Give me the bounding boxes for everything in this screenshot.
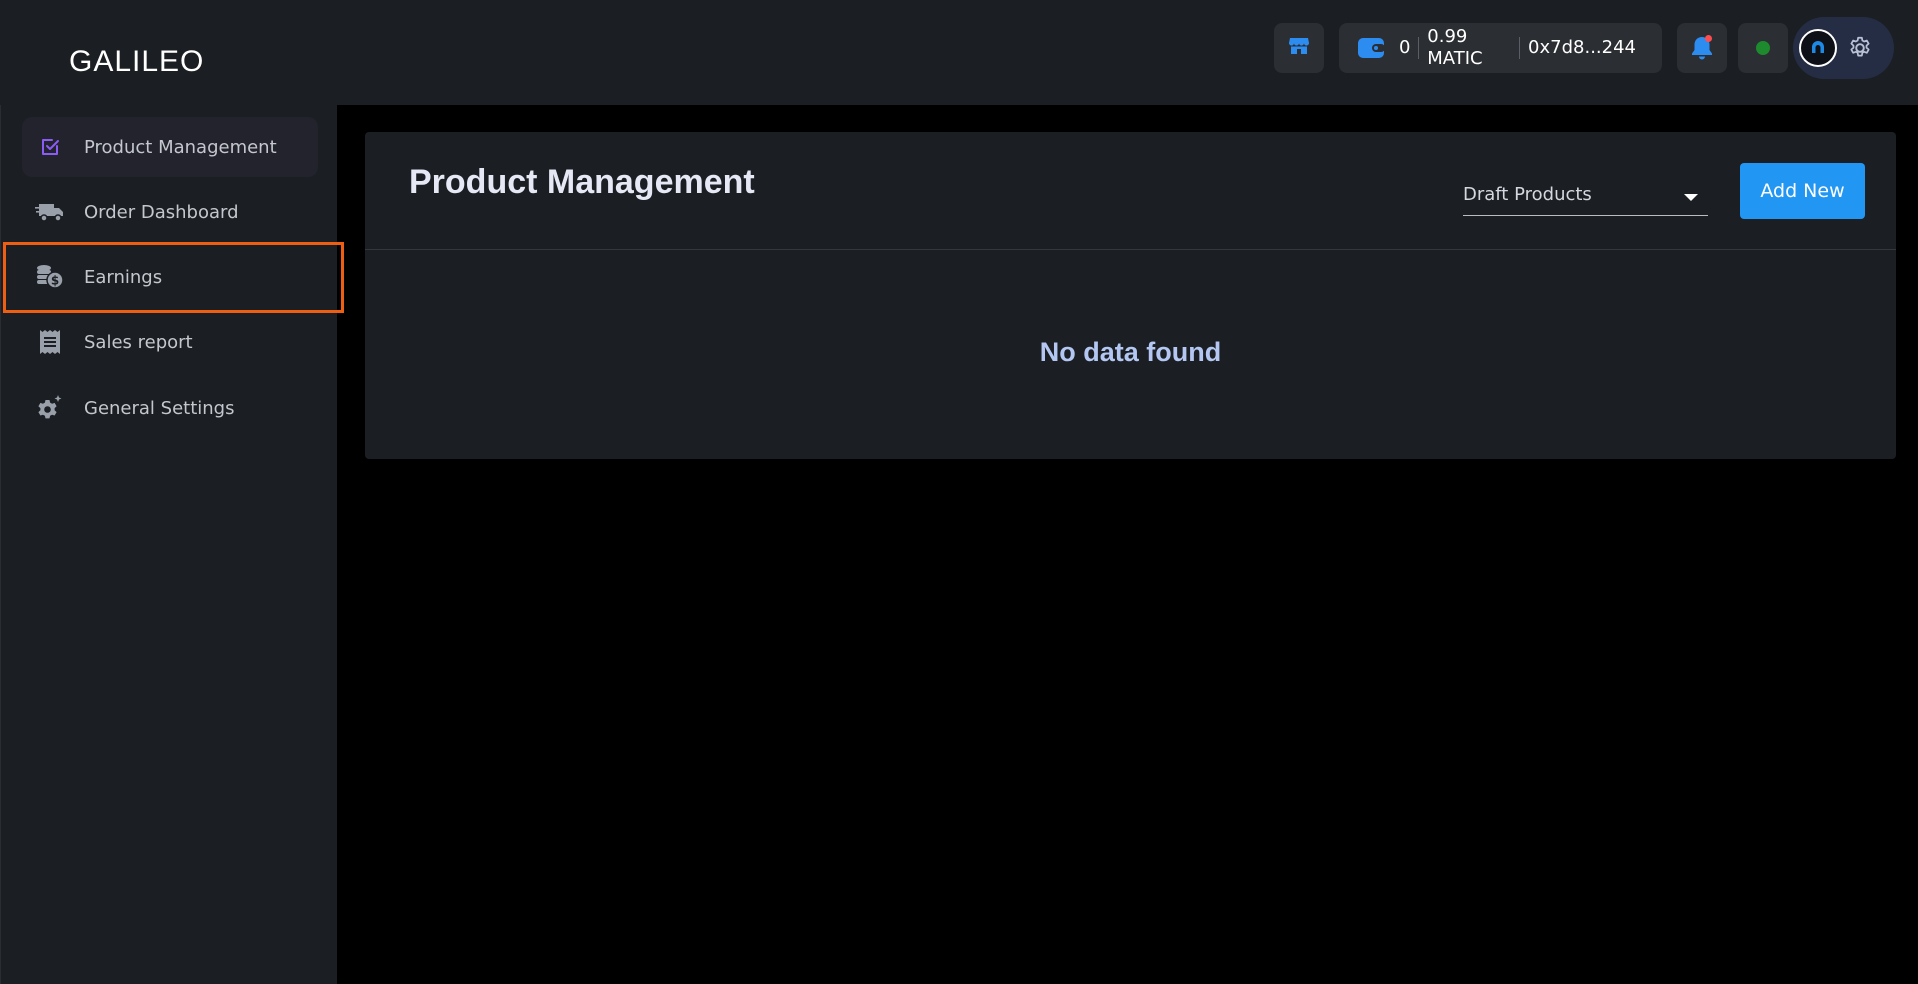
sidebar-item-label: Earnings (84, 266, 163, 288)
app-logo[interactable]: GALILEO (69, 45, 204, 79)
sidebar-item-earnings[interactable]: $ Earnings (22, 247, 318, 307)
panel-divider (365, 249, 1896, 250)
notifications-button[interactable] (1677, 23, 1727, 73)
avatar[interactable] (1799, 29, 1837, 67)
sidebar-item-product-management[interactable]: Product Management (22, 117, 318, 177)
empty-state-message: No data found (1039, 337, 1222, 367)
sidebar-item-label: Order Dashboard (84, 201, 239, 223)
checkbox-icon (34, 131, 66, 163)
wallet-address: 0x7d8...244 (1528, 37, 1636, 58)
gear-icon (34, 392, 66, 424)
sidebar: Product Management Order Dashboard $ Ear… (0, 105, 337, 984)
bell-icon (1689, 34, 1715, 62)
page-title: Product Management (409, 163, 755, 201)
profile-menu[interactable] (1793, 17, 1894, 79)
storefront-button[interactable] (1274, 23, 1324, 73)
network-status-button[interactable] (1738, 23, 1788, 73)
sidebar-item-general-settings[interactable]: General Settings (22, 378, 318, 438)
wallet-icon (1357, 37, 1385, 59)
coins-dollar-icon: $ (34, 261, 66, 293)
sidebar-item-order-dashboard[interactable]: Order Dashboard (22, 182, 318, 242)
receipt-icon (34, 326, 66, 358)
wallet-balance: 0.99 MATIC (1427, 26, 1483, 69)
sidebar-item-label: Product Management (84, 136, 277, 158)
sidebar-item-sales-report[interactable]: Sales report (22, 312, 318, 372)
storefront-icon (1287, 34, 1311, 62)
status-dot-icon (1756, 41, 1770, 55)
product-management-panel: Product Management Draft Products Add Ne… (365, 132, 1896, 459)
top-bar: GALILEO 0 0.99 MATIC 0x7d8...244 (0, 0, 1918, 105)
gear-icon[interactable] (1847, 35, 1873, 61)
chevron-down-icon (1684, 194, 1698, 201)
svg-text:$: $ (51, 274, 59, 288)
add-new-button[interactable]: Add New (1740, 163, 1865, 219)
delivery-truck-icon (34, 196, 66, 228)
wallet-count: 0 (1399, 37, 1411, 58)
wallet-button[interactable]: 0 0.99 MATIC 0x7d8...244 (1339, 23, 1662, 73)
product-filter-select[interactable]: Draft Products (1463, 176, 1708, 216)
avatar-logo-icon (1812, 41, 1824, 53)
sidebar-item-label: General Settings (84, 397, 235, 419)
product-filter-value: Draft Products (1463, 184, 1592, 205)
sidebar-item-label: Sales report (84, 331, 193, 353)
